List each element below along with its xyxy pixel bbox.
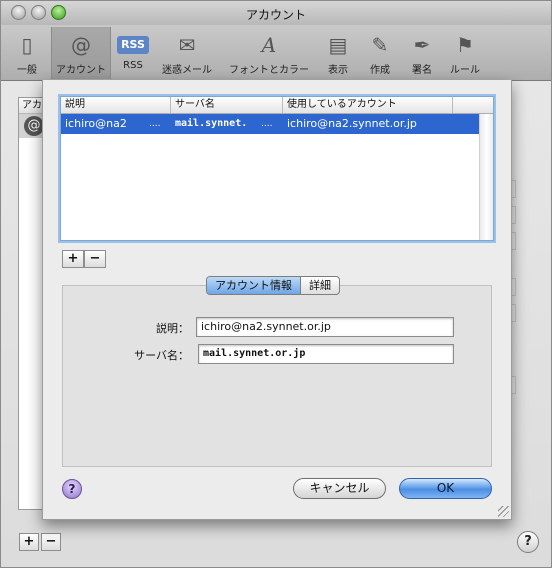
tab-panel <box>62 285 492 467</box>
toolbar-composing-button[interactable]: ✎ 作成 <box>361 27 399 79</box>
table-scrollbar[interactable] <box>479 114 493 240</box>
toolbar-label-rss: RSS <box>123 60 143 71</box>
toolbar-viewing-button[interactable]: ▤ 表示 <box>319 27 357 79</box>
font-icon: A <box>261 33 277 57</box>
description-field[interactable]: ichiro@na2.synnet.or.jp <box>196 317 454 337</box>
add-account-button[interactable]: + <box>19 533 39 551</box>
sheet-help-button[interactable]: ? <box>62 479 82 499</box>
toolbar-rules-button[interactable]: ⚑ ルール <box>445 27 485 79</box>
toolbar-accounts-button[interactable]: @ アカウント <box>51 27 111 79</box>
rss-icon: RSS <box>117 36 149 54</box>
help-button[interactable]: ? <box>517 531 539 553</box>
signature-icon: ✒ <box>413 33 431 57</box>
rules-icon: ⚑ <box>456 33 474 57</box>
cell-server-ellipsis: .... <box>261 119 273 129</box>
tab-advanced[interactable]: 詳細 <box>301 277 339 294</box>
column-header-server[interactable]: サーバ名 <box>171 97 283 113</box>
cell-account: ichiro@na2.synnet.or.jp <box>287 117 417 130</box>
column-header-description[interactable]: 説明 <box>61 97 171 113</box>
smtp-server-sheet: 説明 サーバ名 使用しているアカウント ichiro@na2 .... mail… <box>42 80 512 520</box>
toolbar-label-accounts: アカウント <box>56 65 106 76</box>
preferences-toolbar: ▯ 一般 @ アカウント RSS RSS ✉ 迷惑メール A フォントとカラー … <box>1 25 551 81</box>
resize-grip[interactable] <box>498 506 509 517</box>
toolbar-label-junk-mail: 迷惑メール <box>162 65 212 76</box>
tab-account-info[interactable]: アカウント情報 <box>207 277 301 294</box>
description-label: 説明： <box>156 322 189 335</box>
toolbar-label-composing: 作成 <box>370 65 390 76</box>
toolbar-label-signatures: 署名 <box>412 65 432 76</box>
smtp-server-table[interactable]: 説明 サーバ名 使用しているアカウント ichiro@na2 .... mail… <box>60 96 494 241</box>
server-name-field[interactable]: mail.synnet.or.jp <box>198 344 454 364</box>
viewing-icon: ▤ <box>328 33 348 57</box>
toolbar-label-general: 一般 <box>17 65 37 76</box>
toolbar-label-viewing: 表示 <box>328 65 348 76</box>
cell-server: mail.synnet. <box>175 118 248 129</box>
tab-control: アカウント情報 詳細 <box>206 276 340 295</box>
toolbar-label-fonts-colors: フォントとカラー <box>229 65 309 76</box>
ok-button[interactable]: OK <box>399 478 492 499</box>
at-sign-icon: @ <box>71 33 91 57</box>
remove-server-button[interactable]: − <box>84 250 106 268</box>
table-row[interactable]: ichiro@na2 .... mail.synnet. .... ichiro… <box>61 114 479 134</box>
table-header: 説明 サーバ名 使用しているアカウント <box>61 97 493 114</box>
cancel-button[interactable]: キャンセル <box>293 478 386 499</box>
toolbar-general-button[interactable]: ▯ 一般 <box>7 27 47 79</box>
toolbar-signatures-button[interactable]: ✒ 署名 <box>403 27 441 79</box>
window-title: アカウント <box>245 8 306 22</box>
junk-mail-icon: ✉ <box>178 33 196 57</box>
title-bar[interactable]: アカウント <box>1 1 551 25</box>
toolbar-rss-button[interactable]: RSS RSS <box>115 27 151 79</box>
toolbar-junk-mail-button[interactable]: ✉ 迷惑メール <box>155 27 219 79</box>
column-header-account[interactable]: 使用しているアカウント <box>283 97 453 113</box>
cell-description-ellipsis: .... <box>149 119 161 129</box>
remove-account-button[interactable]: − <box>41 533 61 551</box>
account-at-icon: @ <box>24 116 44 136</box>
composing-icon: ✎ <box>371 33 389 57</box>
switch-icon: ▯ <box>21 33 33 57</box>
toolbar-fonts-colors-button[interactable]: A フォントとカラー <box>223 27 315 79</box>
toolbar-label-rules: ルール <box>450 65 480 76</box>
server-name-label: サーバ名： <box>134 349 189 362</box>
cell-description: ichiro@na2 <box>65 117 127 130</box>
add-server-button[interactable]: + <box>62 250 84 268</box>
